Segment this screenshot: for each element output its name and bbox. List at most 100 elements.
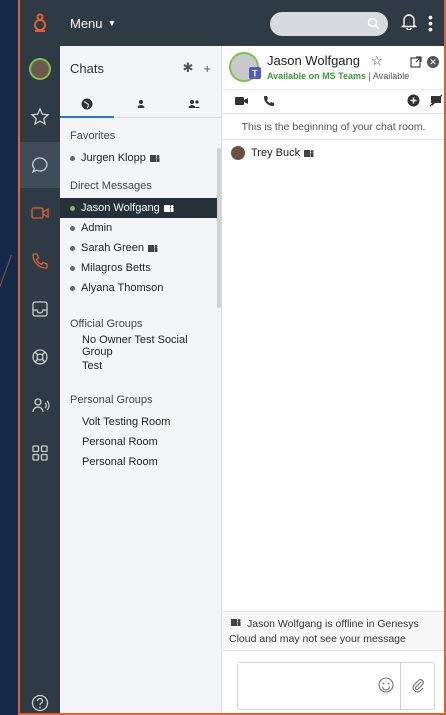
chat-header: T Jason Wolfgang ☆ Available on MS Teams… (223, 46, 444, 90)
list-item[interactable]: Personal Room (70, 432, 211, 452)
top-bar: Menu ▼ • • • (20, 0, 444, 46)
apps-grid-icon[interactable] (20, 430, 60, 476)
avatar (29, 58, 51, 80)
group-name: Test (82, 360, 103, 372)
ms-teams-icon (147, 244, 158, 253)
add-circle-icon[interactable] (407, 94, 420, 112)
video-camera-icon[interactable] (20, 190, 60, 236)
close-icon[interactable]: ✕ (427, 56, 439, 68)
hide-chat-icon[interactable] (429, 94, 443, 112)
status-separator: | (368, 71, 371, 81)
phone-call-icon[interactable] (263, 94, 275, 112)
chats-panel: Chats ✱ + Favorites Jurgen Klopp Direct … (60, 46, 222, 713)
help-question-icon[interactable] (20, 680, 60, 713)
list-item[interactable]: Alyana Thomson (70, 278, 211, 298)
author-avatar (231, 146, 245, 160)
contact-name: Milagros Betts (81, 262, 151, 274)
group-name: Volt Testing Room (82, 416, 171, 428)
menu-label: Menu (70, 15, 103, 31)
offline-warning-banner: Jason Wolfgang is offline in Genesys Clo… (223, 611, 444, 651)
group-icon (188, 99, 201, 108)
ms-teams-icon (304, 149, 314, 158)
chats-header: Chats ✱ + (60, 46, 221, 90)
favorite-star-icon[interactable]: ☆ (371, 53, 383, 69)
contact-status: Available on MS Teams | Available (267, 71, 409, 81)
section-title-favorites: Favorites (70, 130, 116, 142)
tab-people[interactable] (114, 90, 168, 117)
app-window: Menu ▼ • • • Chats ✱ + Favorites Jurgen … (18, 0, 446, 715)
presence-dot (70, 285, 75, 291)
chat-bubble-icon[interactable] (20, 142, 60, 188)
people-presence-icon[interactable] (20, 382, 60, 428)
online-presence-dot (70, 205, 75, 211)
tab-groups[interactable] (167, 90, 221, 117)
section-title-direct-messages: Direct Messages (70, 180, 152, 192)
menu-button[interactable]: Menu ▼ (70, 16, 116, 31)
genesys-logo-icon (20, 0, 60, 46)
group-name: Personal Room (82, 456, 158, 468)
chat-beginning-notice: This is the beginning of your chat room. (223, 114, 444, 140)
svg-text:T: T (252, 69, 258, 79)
ms-teams-icon (163, 204, 174, 213)
presence-dot (70, 225, 75, 231)
contact-name-title: Jason Wolfgang (267, 53, 360, 68)
emoji-icon[interactable] (378, 677, 394, 698)
ms-teams-icon (231, 618, 241, 627)
list-item[interactable]: Sarah Green (70, 238, 211, 258)
offline-warning-text: Jason Wolfgang is offline in Genesys Clo… (229, 618, 419, 645)
list-item[interactable]: Milagros Betts (70, 258, 211, 278)
globe-icon (81, 98, 93, 109)
contact-name: Admin (81, 222, 113, 234)
attachment-paperclip-icon[interactable] (400, 663, 434, 709)
list-item[interactable]: Admin (70, 218, 211, 238)
more-options-icon[interactable]: • • • (428, 10, 433, 36)
personal-groups-section: Personal Groups Volt Testing Room Person… (60, 394, 221, 472)
tab-all-globe[interactable] (60, 90, 114, 118)
contact-name: Sarah Green (81, 242, 144, 254)
list-item[interactable]: Test (70, 356, 211, 376)
genesys-status: Available (372, 71, 410, 81)
section-title-official-groups: Official Groups (70, 318, 143, 330)
ms-teams-badge-icon: T (249, 66, 261, 84)
popout-window-icon[interactable] (410, 55, 422, 73)
scrollbar[interactable] (217, 148, 221, 308)
video-call-icon[interactable] (235, 94, 249, 112)
chat-filter-tabs (60, 90, 221, 118)
search-icon (367, 17, 380, 35)
teams-status: Available on MS Teams (267, 71, 367, 81)
group-name: Personal Room (82, 436, 158, 448)
section-title-personal-groups: Personal Groups (70, 394, 153, 406)
add-chat-plus-icon[interactable]: + (203, 61, 211, 76)
direct-messages-section: Direct Messages Jason Wolfgang Admin Sar… (60, 180, 221, 298)
list-item-selected[interactable]: Jason Wolfgang (60, 198, 221, 218)
chat-conversation-panel: T Jason Wolfgang ☆ Available on MS Teams… (223, 46, 444, 713)
list-item[interactable]: Personal Room (70, 452, 211, 472)
contact-avatar: T (229, 52, 261, 84)
contact-name: Alyana Thomson (81, 282, 164, 294)
presence-dot (70, 265, 75, 271)
chat-message: Trey Buck (223, 140, 444, 166)
notifications-bell-icon[interactable] (400, 12, 418, 35)
presence-dot (70, 245, 75, 251)
support-lifebuoy-icon[interactable] (20, 334, 60, 380)
contact-name: Jason Wolfgang (81, 202, 160, 214)
profile-avatar[interactable] (20, 46, 60, 92)
message-composer (237, 662, 435, 710)
inbox-icon[interactable] (20, 286, 60, 332)
contact-name: Jurgen Klopp (81, 152, 146, 164)
official-groups-section: Official Groups No Owner Test Social Gro… (60, 318, 221, 376)
phone-icon[interactable] (20, 238, 60, 284)
list-item[interactable]: Volt Testing Room (70, 412, 211, 432)
favorites-star-icon[interactable] (20, 94, 60, 140)
left-navigation-rail (20, 46, 60, 713)
presence-dot (70, 155, 75, 161)
list-item[interactable]: No Owner Test Social Group (70, 334, 211, 358)
chats-title: Chats (70, 60, 104, 76)
ms-teams-icon (149, 154, 160, 163)
search-input[interactable] (270, 12, 388, 36)
list-item[interactable]: Jurgen Klopp (70, 148, 211, 168)
favorites-section: Favorites Jurgen Klopp (60, 130, 221, 168)
caret-down-icon: ▼ (107, 18, 117, 28)
group-name: No Owner Test Social Group (82, 334, 188, 358)
gear-icon[interactable]: ✱ (183, 60, 194, 76)
